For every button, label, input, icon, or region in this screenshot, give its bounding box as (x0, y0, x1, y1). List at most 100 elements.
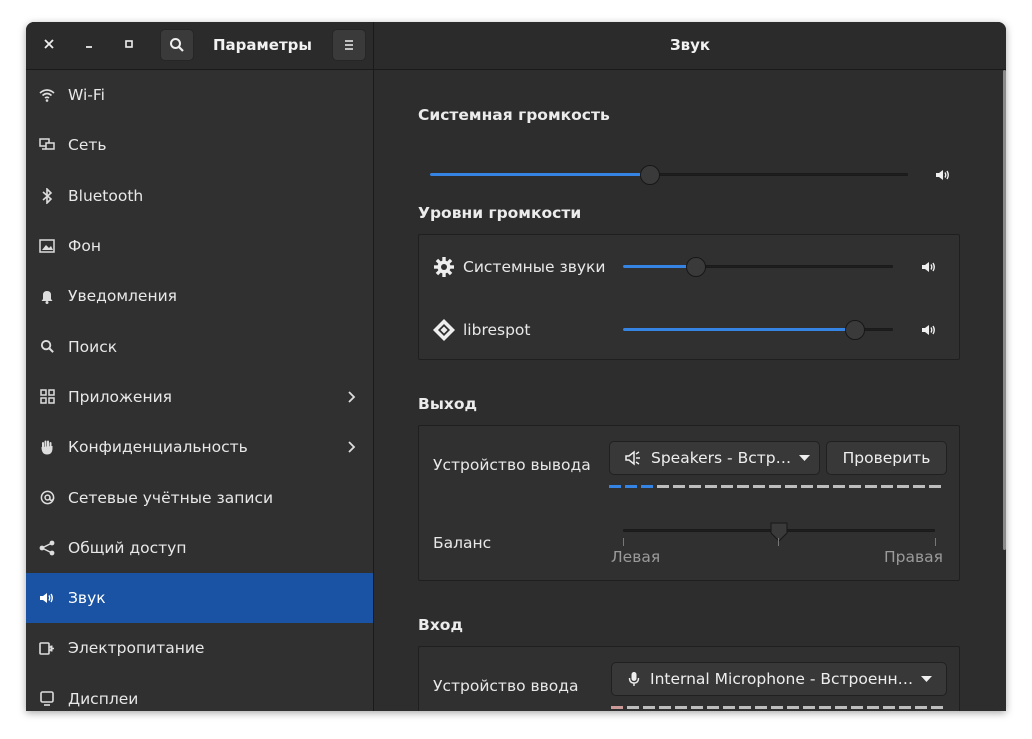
balance-right-tick (935, 538, 936, 546)
maximize-window-button[interactable] (118, 34, 140, 56)
display-icon (38, 690, 56, 708)
network-icon (38, 136, 56, 154)
search-button[interactable] (160, 29, 194, 61)
level-segment (643, 706, 655, 709)
speaker-volume-icon (922, 325, 935, 335)
output-device-label: Устройство вывода (433, 456, 591, 474)
sidebar-item-wifi[interactable]: Wi-Fi (26, 70, 373, 120)
speaker-volume-icon (922, 262, 935, 272)
sidebar-item-label: Поиск (68, 337, 118, 356)
output-device-dropdown[interactable]: Speakers - Встр… (609, 441, 820, 475)
input-device-label: Устройство ввода (433, 677, 579, 695)
sidebar: Wi-Fi Сеть Bluetooth Фон Уведомления Пои… (26, 70, 374, 711)
sidebar-item-network[interactable]: Сеть (26, 120, 373, 170)
system-sounds-knob[interactable] (685, 257, 706, 277)
sidebar-item-background[interactable]: Фон (26, 221, 373, 271)
main-headerbar: Звук (374, 22, 1006, 70)
level-segment (849, 485, 861, 488)
balance-left-label: Левая (611, 548, 661, 566)
power-plug-icon (38, 639, 56, 657)
input-device-value: Internal Microphone - Встроенн… (650, 670, 914, 688)
input-level-meter (611, 706, 943, 709)
minimize-window-button[interactable] (78, 34, 100, 56)
level-segment (675, 706, 687, 709)
level-segment (915, 706, 927, 709)
librespot-knob[interactable] (845, 320, 866, 340)
background-icon (38, 237, 56, 255)
balance-knob[interactable] (769, 521, 789, 543)
balance-center-tick (778, 538, 779, 546)
chevron-right-icon (348, 391, 356, 403)
microphone-icon (628, 672, 640, 686)
sidebar-item-online-accounts[interactable]: Сетевые учётные записи (26, 472, 373, 522)
input-heading: Вход (418, 616, 463, 634)
system-sounds-fill (623, 265, 696, 268)
test-speakers-button[interactable]: Проверить (826, 441, 947, 475)
level-segment (753, 485, 765, 488)
system-volume-heading: Системная громкость (418, 106, 610, 124)
maximize-icon (125, 40, 133, 48)
level-segment (771, 706, 783, 709)
chevron-right-icon (348, 441, 356, 453)
search-icon (38, 338, 56, 356)
level-segment (611, 706, 623, 709)
bell-icon (38, 287, 56, 305)
level-segment (627, 706, 639, 709)
main-menu-button[interactable] (332, 29, 366, 61)
gear-icon (434, 257, 454, 277)
librespot-fill (623, 328, 856, 331)
sidebar-item-power[interactable]: Электропитание (26, 623, 373, 673)
minimize-icon (86, 46, 92, 48)
share-icon (38, 539, 56, 557)
sidebar-item-label: Общий доступ (68, 538, 187, 557)
sidebar-item-bluetooth[interactable]: Bluetooth (26, 171, 373, 221)
level-segment (659, 706, 671, 709)
apps-icon (38, 388, 56, 406)
sidebar-item-apps[interactable]: Приложения (26, 372, 373, 422)
level-segment (641, 485, 653, 488)
level-segment (851, 706, 863, 709)
sidebar-item-label: Wi-Fi (68, 86, 105, 105)
speaker-icon (38, 589, 56, 607)
speaker-icon (625, 450, 640, 466)
dropdown-arrow-icon (799, 454, 811, 461)
level-segment (739, 706, 751, 709)
sidebar-item-search[interactable]: Поиск (26, 321, 373, 371)
level-segment (817, 485, 829, 488)
level-segment (625, 485, 637, 488)
output-level-meter (609, 485, 941, 488)
level-segment (803, 706, 815, 709)
at-icon (38, 489, 56, 507)
sidebar-item-notifications[interactable]: Уведомления (26, 271, 373, 321)
balance-left-tick (623, 538, 624, 546)
level-segment (723, 706, 735, 709)
sidebar-item-sharing[interactable]: Общий доступ (26, 523, 373, 573)
sidebar-item-sound[interactable]: Звук (26, 572, 373, 624)
librespot-app-icon (433, 319, 455, 341)
page-title: Звук (669, 36, 711, 54)
search-icon (170, 38, 184, 52)
level-segment (883, 706, 895, 709)
sidebar-item-label: Дисплеи (68, 689, 139, 708)
sidebar-headerbar: Параметры (26, 22, 374, 70)
sidebar-item-label: Конфиденциальность (68, 438, 248, 457)
close-icon (44, 39, 54, 49)
level-segment (913, 485, 925, 488)
level-segment (769, 485, 781, 488)
sidebar-item-privacy[interactable]: Конфиденциальность (26, 422, 373, 472)
scrollbar[interactable] (1003, 70, 1006, 550)
sidebar-item-label: Фон (68, 237, 101, 256)
level-segment (785, 485, 797, 488)
balance-right-label: Правая (884, 548, 943, 566)
level-segment (865, 485, 877, 488)
level-segment (867, 706, 879, 709)
level-segment (899, 706, 911, 709)
level-segment (609, 485, 621, 488)
input-device-dropdown[interactable]: Internal Microphone - Встроенн… (611, 662, 947, 696)
level-segment (691, 706, 703, 709)
system-sounds-label: Системные звуки (463, 258, 606, 276)
sidebar-item-displays[interactable]: Дисплеи (26, 674, 373, 711)
close-window-button[interactable] (38, 34, 60, 56)
wifi-icon (38, 86, 56, 104)
system-volume-knob[interactable] (639, 165, 660, 185)
